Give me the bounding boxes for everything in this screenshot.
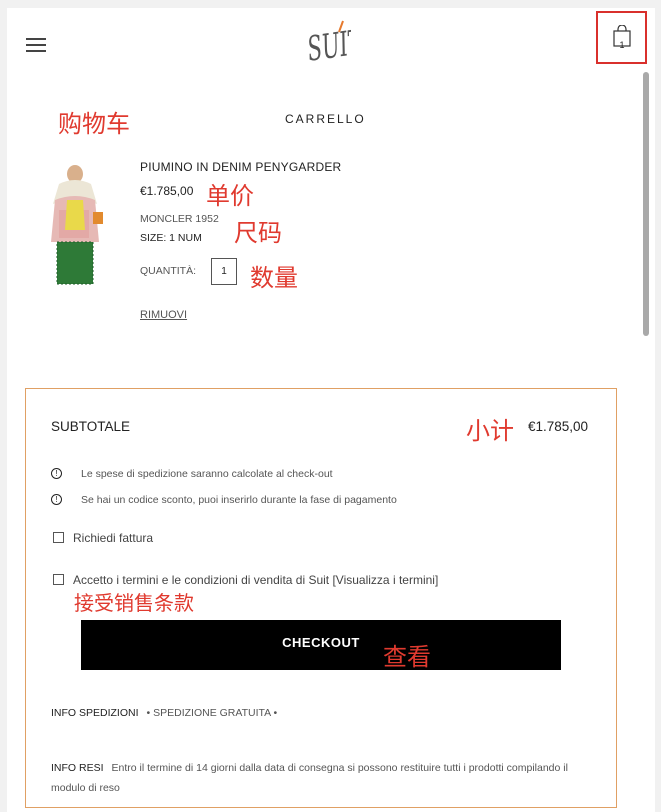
annotation-checkout: 查看: [383, 643, 431, 671]
product-price: €1.785,00: [140, 184, 194, 198]
scrollbar[interactable]: [643, 72, 649, 792]
annotation-quantity: 数量: [250, 264, 298, 292]
annotation-unit-price: 单价: [206, 182, 254, 210]
cart-count-badge: 1: [619, 40, 625, 50]
subtotal-label: SUBTOTALE: [51, 419, 131, 434]
product-name[interactable]: PIUMINO IN DENIM PENYGARDER: [140, 160, 341, 174]
svg-text:SUIT: SUIT: [305, 22, 351, 69]
suit-logo[interactable]: SUIT: [305, 14, 351, 70]
cart-button[interactable]: 1: [596, 11, 647, 64]
info-icon: !: [51, 494, 62, 505]
checkout-button[interactable]: CHECKOUT: [81, 620, 561, 670]
product-brand: MONCLER 1952: [140, 213, 219, 225]
annotation-subtotal: 小计: [466, 417, 514, 445]
scrollbar-thumb[interactable]: [643, 72, 649, 336]
checkbox[interactable]: [53, 532, 64, 543]
cart-title: CARRELLO: [285, 112, 366, 126]
cart-page: SUIT 1 购物车 CARRELLO PIUMINO IN DENIM PEN…: [7, 8, 655, 812]
menu-icon[interactable]: [26, 38, 46, 52]
quantity-input[interactable]: [211, 258, 237, 285]
shipping-info: INFO SPEDIZIONI • SPEDIZIONE GRATUITA •: [51, 707, 278, 719]
annotation-cart: 购物车: [58, 110, 130, 138]
order-summary: SUBTOTALE 小计 €1.785,00 ! Le spese di spe…: [25, 388, 617, 808]
annotation-size: 尺码: [234, 219, 282, 247]
product-size: SIZE: 1 NUM: [140, 232, 202, 244]
annotation-accept-terms: 接受销售条款: [74, 591, 194, 615]
subtotal-value: €1.785,00: [528, 419, 589, 434]
returns-info: INFO RESI Entro il termine di 14 giorni d…: [51, 762, 568, 794]
product-image[interactable]: [45, 160, 105, 290]
info-icon: !: [51, 468, 62, 479]
remove-item-link[interactable]: RIMUOVI: [140, 309, 187, 321]
quantity-label: QUANTITÀ:: [140, 265, 197, 277]
checkbox[interactable]: [53, 574, 64, 585]
